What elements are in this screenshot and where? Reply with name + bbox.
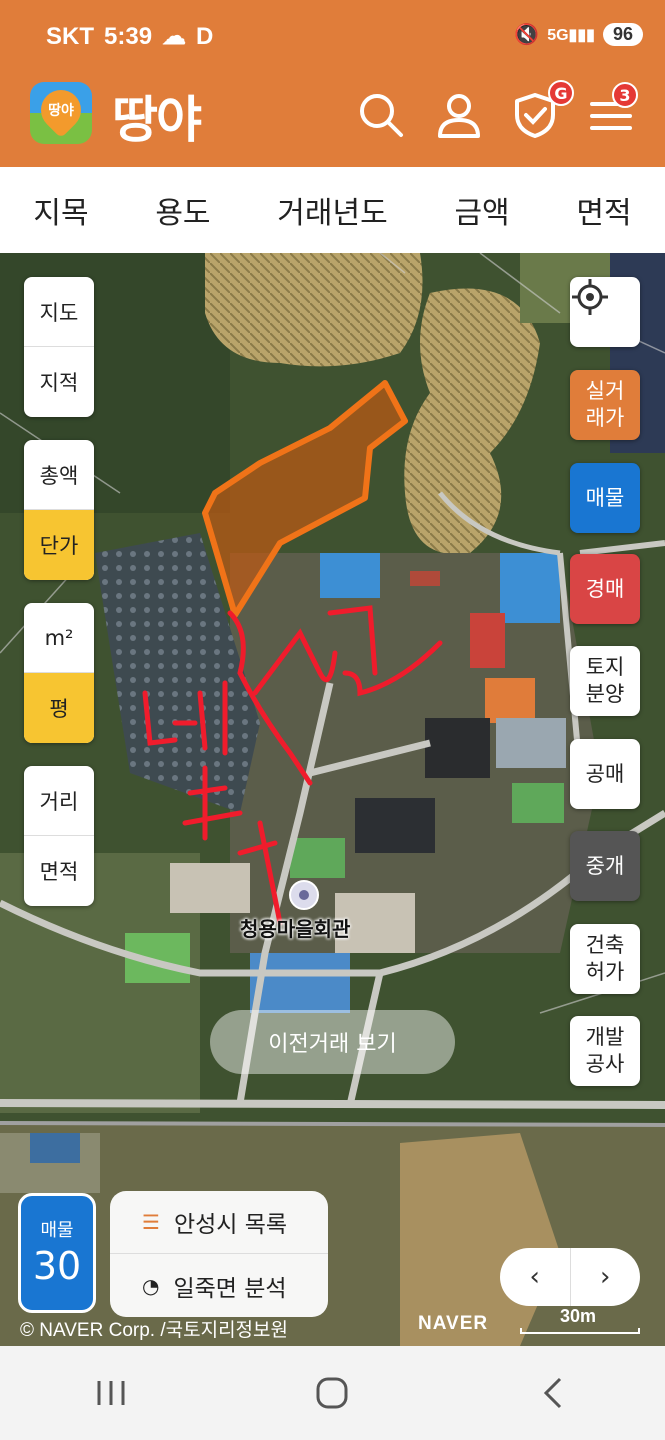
menu-badge: 3 [612,82,638,108]
filter-trade-year[interactable]: 거래년도 [277,188,387,232]
price-unit-button[interactable]: 단가 [24,510,94,580]
app-header: 땅야 땅야 G 3 [0,70,665,167]
price-mode-group: 총액 단가 [24,440,94,580]
land-sale-button[interactable]: 토지 분양 [570,646,640,716]
pie-chart-icon: ◔ [142,1273,160,1298]
system-nav-bar [0,1346,665,1440]
filter-zoning[interactable]: 용도 [155,188,210,232]
region-analysis-link[interactable]: ◔ 일죽면 분석 [110,1254,328,1317]
unit-pyeong-button[interactable]: 평 [24,673,94,743]
back-icon[interactable] [524,1363,584,1423]
building-permit-button[interactable]: 건축 허가 [570,924,640,994]
region-list-label: 안성시 목록 [173,1212,288,1238]
region-list-link[interactable]: ☰ 안성시 목록 [110,1191,328,1254]
region-analysis-label: 일죽면 분석 [173,1275,287,1302]
auction-button[interactable]: 경매 [570,554,640,624]
chevron-right-icon[interactable]: › [571,1248,641,1306]
filter-area[interactable]: 면적 [576,188,631,232]
map-copyright: © NAVER Corp. /국토지리정보원 [20,1320,288,1341]
map-type-map-button[interactable]: 지도 [24,277,94,347]
naver-logo: NAVER [418,1313,489,1334]
unit-sqm-button[interactable]: m² [24,603,94,673]
measure-area-button[interactable]: 면적 [24,836,94,906]
measure-distance-button[interactable]: 거리 [24,766,94,836]
listing-count-value: 30 [32,1244,82,1288]
app-logo[interactable]: 땅야 [30,82,92,144]
history-nav: ‹ › [500,1248,640,1306]
my-location-button[interactable] [570,277,640,347]
scale-bar [520,1328,640,1334]
map-view[interactable]: 지도 지적 총액 단가 m² 평 거리 면적 실거 래가 매물 경매 토지 분양… [0,253,665,1346]
status-right: 🔇 5G▮▮▮ 96 [514,22,643,47]
measure-group: 거리 면적 [24,766,94,906]
recent-apps-icon[interactable] [81,1363,141,1423]
prev-trade-button[interactable]: 이전거래 보기 [210,1010,455,1074]
search-icon[interactable] [356,90,406,140]
signal-icon: 5G▮▮▮ [547,26,595,44]
development-button[interactable]: 개발 공사 [570,1016,640,1086]
list-icon: ☰ [142,1210,160,1234]
shield-badge: G [548,80,574,106]
map-scale: 30m [520,1306,640,1334]
status-bar: SKT 5:39 ☁ D 🔇 5G▮▮▮ 96 [0,0,665,70]
listings-button[interactable]: 매물 [570,463,640,533]
notification-d-icon: D [196,22,214,50]
scale-label: 30m [560,1306,597,1326]
status-left: SKT 5:39 ☁ D [46,22,213,51]
map-type-group: 지도 지적 [24,277,94,417]
carrier: SKT [46,22,94,50]
area-unit-group: m² 평 [24,603,94,743]
logo-text: 땅야 [48,103,74,119]
brokerage-button[interactable]: 중개 [570,831,640,901]
satellite-imagery [0,253,665,1346]
listing-count-label: 매물 [40,1220,74,1241]
real-price-button[interactable]: 실거 래가 [570,370,640,440]
app-name: 땅야 [112,91,202,149]
mute-icon: 🔇 [514,24,540,46]
filter-bar: 지목 용도 거래년도 금액 면적 [0,167,665,253]
map-type-cadastral-button[interactable]: 지적 [24,347,94,417]
filter-land-category[interactable]: 지목 [33,188,88,232]
clock: 5:39 [104,22,153,50]
region-links: ☰ 안성시 목록 ◔ 일죽면 분석 [110,1191,328,1317]
user-icon[interactable] [434,90,484,140]
home-icon[interactable] [302,1363,362,1423]
crosshair-icon [572,279,608,315]
filter-price[interactable]: 금액 [454,188,509,232]
chevron-left-icon[interactable]: ‹ [500,1248,571,1306]
battery-indicator: 96 [602,23,643,46]
weather-icon: ☁ [162,23,187,50]
listing-count-button[interactable]: 매물 30 [18,1193,96,1313]
public-sale-button[interactable]: 공매 [570,739,640,809]
price-total-button[interactable]: 총액 [24,440,94,510]
place-label[interactable]: 청용마을회관 [240,913,350,942]
